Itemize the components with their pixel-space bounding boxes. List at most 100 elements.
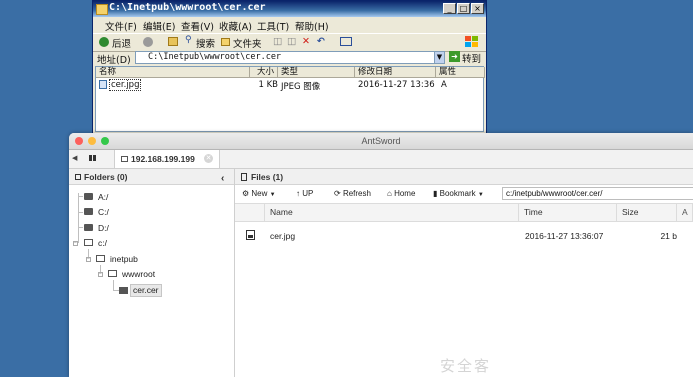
folder-icon [121, 156, 128, 162]
file-size: 21 b [660, 231, 677, 241]
column-more[interactable]: A [677, 204, 693, 221]
search-icon: ⚲ [185, 35, 192, 45]
back-button[interactable]: 后退 [112, 36, 131, 50]
file-type: JPEG 图像 [281, 82, 321, 92]
views-icon[interactable] [340, 37, 352, 46]
up-button[interactable]: ↑ UP [296, 189, 313, 198]
column-modified[interactable]: 修改日期 [355, 67, 436, 78]
column-name[interactable]: 名称 [96, 67, 250, 78]
menu-edit[interactable]: 编辑(E) [143, 19, 175, 33]
folders-icon [221, 38, 230, 46]
go-button[interactable]: ➜ 转到 [449, 51, 483, 65]
close-button[interactable]: × [471, 3, 484, 14]
back-arrow-icon[interactable] [99, 37, 109, 47]
column-time[interactable]: Time [519, 204, 617, 221]
address-label: 地址(D) [97, 55, 131, 66]
new-button[interactable]: ⚙ New ▼ [242, 189, 276, 198]
column-attributes[interactable]: 属性 [436, 67, 485, 78]
up-folder-icon[interactable] [168, 37, 178, 46]
files-title: Files (1) [251, 172, 284, 182]
refresh-icon: ⟳ [334, 189, 341, 198]
grid-icon[interactable] [89, 155, 96, 161]
folder-icon [84, 193, 93, 200]
home-button[interactable]: ⌂ Home [387, 189, 415, 198]
menu-file[interactable]: 文件(F) [105, 19, 137, 33]
folder-open-icon [108, 270, 117, 277]
tab-close-icon[interactable]: ✕ [204, 154, 213, 163]
menu-view[interactable]: 查看(V) [181, 19, 214, 33]
column-size[interactable]: 大小 [250, 67, 278, 78]
collapse-toggle-icon[interactable]: − [73, 241, 78, 246]
folder-icon [84, 208, 93, 215]
file-name: cer.jpg [270, 231, 296, 241]
menu-favorites[interactable]: 收藏(A) [219, 19, 252, 33]
bookmark-icon: ▮ [433, 189, 438, 198]
delete-icon[interactable]: ✕ [302, 36, 310, 47]
column-name[interactable]: Name [265, 204, 519, 221]
tab-host[interactable]: 192.168.199.199 ✕ [114, 150, 220, 168]
explorer-menubar: 文件(F) 编辑(E) 查看(V) 收藏(A) 工具(T) 帮助(H) [93, 18, 486, 47]
refresh-button[interactable]: ⟳ Refresh [334, 189, 371, 198]
chevron-down-icon: ▼ [477, 192, 484, 198]
antsword-titlebar[interactable]: AntSword [69, 133, 693, 150]
tree-line [78, 193, 79, 243]
folder-icon [119, 287, 128, 294]
tab-host-label: 192.168.199.199 [131, 154, 195, 164]
column-type[interactable]: 类型 [278, 67, 355, 78]
folders-header: Folders (0) ‹ [69, 169, 234, 185]
copy-to-icon[interactable]: ◫ [287, 36, 296, 47]
search-button[interactable]: 搜索 [196, 36, 215, 50]
file-list: 名称 大小 类型 修改日期 属性 cer.jpg 1 KB JPEG 图像 20… [95, 66, 485, 132]
close-button[interactable] [75, 137, 83, 145]
tree-item-label: C:/ [98, 207, 109, 217]
go-label: 转到 [462, 54, 482, 65]
tree-item-label: wwwroot [122, 269, 156, 279]
menu-tools[interactable]: 工具(T) [257, 19, 289, 33]
tab-bar: ◀ 192.168.199.199 ✕ [69, 150, 693, 169]
files-grid-header: Name Time Size A [235, 204, 693, 222]
explorer-window: C:\Inetpub\wwwroot\cer.cer _ □ × 文件(F) 编… [92, 0, 487, 134]
explorer-title: C:\Inetpub\wwwroot\cer.cer [109, 2, 266, 13]
folder-icon [75, 174, 81, 180]
file-size: 1 KB [258, 80, 278, 90]
undo-icon[interactable]: ↶ [317, 36, 325, 47]
collapse-toggle-icon[interactable]: − [86, 257, 91, 262]
tree-item-label: inetpub [110, 254, 138, 264]
explorer-titlebar[interactable]: C:\Inetpub\wwwroot\cer.cer _ □ × [93, 1, 486, 17]
bookmark-button[interactable]: ▮ Bookmark ▼ [433, 189, 484, 198]
tab-scroll-left-icon[interactable]: ◀ [72, 154, 77, 162]
folders-button[interactable]: 文件夹 [233, 36, 262, 50]
file-icon [241, 173, 247, 181]
new-icon: ⚙ [242, 189, 250, 198]
column-size[interactable]: Size [617, 204, 677, 221]
folder-icon [84, 224, 93, 231]
path-input[interactable]: c:/inetpub/wwwroot/cer.cer/ [502, 187, 693, 200]
files-header: Files (1) [235, 169, 693, 185]
up-arrow-icon: ↑ [296, 189, 300, 198]
file-time: 2016-11-27 13:36:07 [525, 231, 604, 241]
image-file-icon [246, 230, 255, 240]
address-input[interactable]: C:\Inetpub\wwwroot\cer.cer [135, 51, 435, 64]
minimize-button[interactable] [88, 137, 96, 145]
collapse-left-icon[interactable]: ‹ [221, 171, 224, 187]
chevron-down-icon: ▼ [269, 192, 276, 198]
tree-line [113, 280, 114, 290]
tree-item-label: cer.cer [133, 285, 159, 295]
jpeg-file-icon [99, 80, 107, 89]
tree-item-label: c:/ [98, 238, 107, 248]
zoom-button[interactable] [101, 137, 109, 145]
minimize-button[interactable]: _ [443, 3, 456, 14]
folder-open-icon [84, 239, 93, 246]
move-to-icon[interactable]: ◫ [273, 36, 282, 47]
go-arrow-icon: ➜ [449, 51, 460, 62]
file-attributes: A [441, 80, 447, 90]
maximize-button[interactable]: □ [457, 3, 470, 14]
menu-help[interactable]: 帮助(H) [295, 19, 329, 33]
collapse-toggle-icon[interactable]: − [98, 272, 103, 277]
address-dropdown-button[interactable]: ▼ [434, 51, 445, 64]
forward-arrow-icon[interactable] [143, 37, 153, 47]
file-name: cer.jpg [109, 79, 142, 91]
tree-line [78, 196, 83, 197]
antsword-title: AntSword [361, 136, 401, 146]
tree-line [78, 212, 83, 213]
